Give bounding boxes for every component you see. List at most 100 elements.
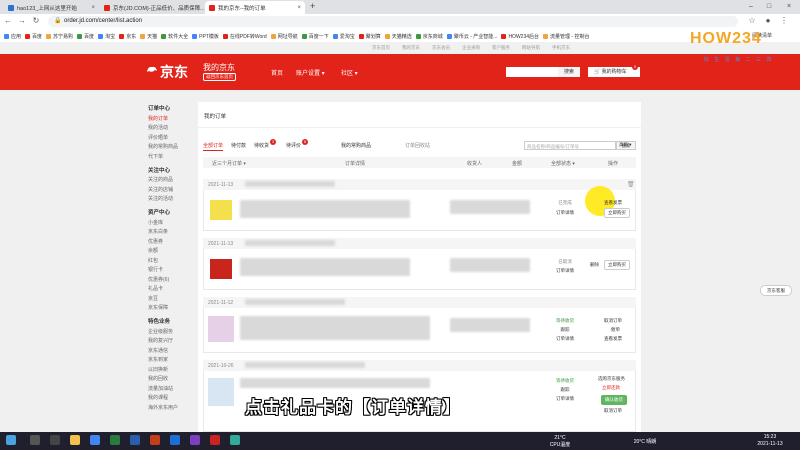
buy-jd-service-link[interactable]: 选购京东服务 [598, 376, 625, 382]
maximize-icon[interactable]: □ [760, 0, 778, 14]
often-bought-link[interactable]: 我的常购商品 [341, 142, 371, 149]
bookmark-item[interactable]: 百度一下 [301, 33, 329, 40]
order-details-link[interactable]: 订单详情 [550, 268, 580, 274]
bookmark-item[interactable]: 流量管理 - 控制台 [543, 33, 589, 40]
jd-top-link[interactable]: 我的京东 [402, 45, 420, 51]
photoshop-icon[interactable] [170, 435, 180, 445]
product-thumbnail[interactable] [210, 259, 232, 279]
reload-icon[interactable]: ↻ [30, 16, 42, 25]
browser-tab-my-orders[interactable]: 我的京东--我的订单 × [205, 1, 305, 14]
tab-pending-receipt[interactable]: 待收货 [254, 142, 269, 149]
file-explorer-icon[interactable] [70, 435, 80, 445]
bookmark-item[interactable]: 聚币云 - 产业智能... [446, 33, 497, 40]
left-nav-item[interactable]: 我的常购商品 [148, 143, 198, 150]
urge-order-link[interactable]: 催单 [611, 327, 620, 333]
th-time-filter[interactable]: 近三个月订单 ▾ [212, 160, 246, 167]
left-nav-item[interactable]: 优惠券(6) [148, 276, 198, 283]
left-nav-item[interactable]: 我的课程 [148, 394, 198, 401]
url-bar[interactable]: 🔒 order.jd.com/center/list.action [48, 16, 738, 27]
app-icon[interactable] [230, 435, 240, 445]
buy-again-button[interactable]: 立即购买 [604, 260, 630, 270]
bookmark-item[interactable]: 应用 [4, 33, 21, 40]
left-nav-item[interactable]: 红包 [148, 257, 198, 264]
order-details-link[interactable]: 订单详情 [550, 396, 580, 402]
task-view-icon[interactable] [50, 435, 60, 445]
left-nav-item[interactable]: 礼品卡 [148, 285, 198, 292]
bookmark-item[interactable]: 在线PDF转Word [222, 33, 267, 40]
jd-logo[interactable]: 京东 [160, 62, 188, 82]
left-nav-item[interactable]: 流量加油站 [148, 385, 198, 392]
jd-top-link[interactable]: 网站导航 [522, 45, 540, 51]
bookmark-item[interactable]: 爱淘宝 [332, 33, 355, 40]
left-nav-item[interactable]: 评价晒单 [148, 134, 198, 141]
bookmark-item[interactable]: 天猫精选 [384, 33, 412, 40]
powerpoint-icon[interactable] [150, 435, 160, 445]
bookmark-item[interactable]: 京东商城 [415, 33, 443, 40]
my-jd-title[interactable]: 我的京东 [203, 62, 235, 73]
th-status-filter[interactable]: 全部状态 ▾ [551, 160, 575, 167]
left-nav-item[interactable]: 企业级服务 [148, 328, 198, 335]
back-home-link[interactable]: 返回京东首页 [203, 73, 236, 81]
track-link[interactable]: 跟踪 [550, 327, 580, 333]
order-details-link[interactable]: 订单详情 [550, 210, 580, 216]
nav-home[interactable]: 首页 [271, 68, 283, 77]
bookmark-item[interactable]: 百度 [25, 33, 42, 40]
recycle-bin-link[interactable]: 订单回收站 [405, 142, 430, 149]
cancel-order-link[interactable]: 取消订单 [604, 408, 622, 414]
chrome-icon[interactable] [90, 435, 100, 445]
bookmark-item[interactable]: PPT模板 [192, 33, 219, 40]
left-nav-item[interactable]: 关注的商品 [148, 176, 198, 183]
tab-all-orders[interactable]: 全部订单 [203, 142, 223, 149]
left-nav-item[interactable]: 优惠券 [148, 238, 198, 245]
excel-icon[interactable] [110, 435, 120, 445]
left-nav-item[interactable]: 京东到家 [148, 356, 198, 363]
bookmark-item[interactable]: 网址导航 [270, 33, 298, 40]
minimize-icon[interactable]: – [742, 0, 760, 14]
left-nav-item[interactable]: 关注的店铺 [148, 186, 198, 193]
forward-arrow-icon[interactable]: → [16, 16, 28, 25]
bookmark-item[interactable]: 天猫 [140, 33, 157, 40]
left-nav-item[interactable]: 京豆 [148, 295, 198, 302]
product-thumbnail[interactable] [208, 378, 234, 406]
new-tab-button[interactable]: + [310, 1, 315, 11]
close-icon[interactable]: × [297, 5, 301, 11]
weather-widget[interactable]: 20°C 晴朗 [625, 438, 665, 445]
order-search-input[interactable]: 商品名称/商品编号/订单号 [524, 141, 616, 150]
product-thumbnail[interactable] [208, 316, 234, 342]
bookmark-item[interactable]: 聚划算 [358, 33, 381, 40]
buy-again-button[interactable]: 立即购买 [604, 208, 630, 218]
left-nav-item[interactable]: 代下单 [148, 153, 198, 160]
search-icon[interactable] [30, 435, 40, 445]
nav-account-settings[interactable]: 账户设置 ▾ [296, 68, 325, 77]
record-icon[interactable] [210, 435, 220, 445]
left-nav-item[interactable]: 余额 [148, 247, 198, 254]
star-icon[interactable]: ☆ [746, 16, 758, 25]
track-link[interactable]: 跟踪 [550, 387, 580, 393]
browser-tab-hao123[interactable]: hao123_上网从这里开始 × [4, 1, 99, 14]
bookmark-item[interactable]: 苏宁易购 [46, 33, 73, 40]
tab-pending-review[interactable]: 待评价 [286, 142, 301, 149]
left-nav-item[interactable]: 我的活动 [148, 124, 198, 131]
bookmark-item[interactable]: 软件大全 [161, 33, 188, 40]
close-icon[interactable]: × [91, 5, 95, 11]
jd-top-link[interactable]: 京东会员 [432, 45, 450, 51]
trash-icon[interactable]: 🗑 [627, 181, 635, 188]
left-nav-item[interactable]: 海外京东用户 [148, 404, 198, 411]
jd-top-link[interactable]: 客户服务 [492, 45, 510, 51]
clock-date[interactable]: 2021-11-13 [750, 441, 790, 447]
confirm-receipt-button[interactable]: 确认收货 [601, 395, 627, 405]
view-invoice-link[interactable]: 查看发票 [604, 200, 622, 206]
app-icon[interactable] [190, 435, 200, 445]
browser-tab-jd-home[interactable]: 京东(JD.COM)-正品低价、品质保障... × [100, 1, 204, 14]
tab-pending-payment[interactable]: 待付款 [231, 142, 246, 149]
nav-community[interactable]: 社区 ▾ [341, 68, 358, 77]
bookmark-item[interactable]: 淘宝 [98, 33, 115, 40]
left-nav-item[interactable]: 以旧换新 [148, 366, 198, 373]
word-icon[interactable] [130, 435, 140, 445]
product-thumbnail[interactable] [210, 200, 232, 220]
clock-time[interactable]: 15:23 [750, 434, 790, 440]
cancel-order-link[interactable]: 取消订单 [604, 318, 622, 324]
left-nav-item[interactable]: 京东保障 [148, 304, 198, 311]
jd-top-link[interactable]: 企业采购 [462, 45, 480, 51]
close-window-icon[interactable]: × [780, 0, 798, 14]
